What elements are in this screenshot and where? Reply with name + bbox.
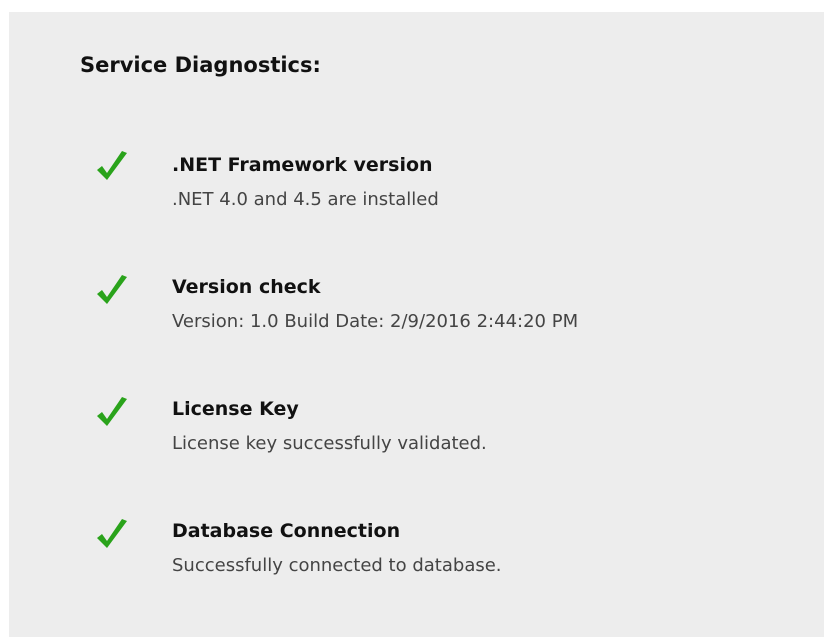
check-icon [93, 272, 131, 310]
diagnostic-item-title: .NET Framework version [172, 154, 433, 176]
diagnostic-item-detail: .NET 4.0 and 4.5 are installed [172, 189, 439, 210]
diagnostic-item-detail: License key successfully validated. [172, 433, 487, 454]
diagnostic-item-title: Database Connection [172, 520, 401, 542]
check-icon [93, 394, 131, 432]
diagnostic-item-detail: Successfully connected to database. [172, 555, 502, 576]
diagnostic-item-title: Version check [172, 276, 321, 298]
diagnostic-item-detail: Version: 1.0 Build Date: 2/9/2016 2:44:2… [172, 311, 579, 332]
check-icon [93, 516, 131, 554]
check-icon [93, 148, 131, 186]
page-title: Service Diagnostics: [80, 53, 321, 77]
diagnostic-item-title: License Key [172, 398, 299, 420]
